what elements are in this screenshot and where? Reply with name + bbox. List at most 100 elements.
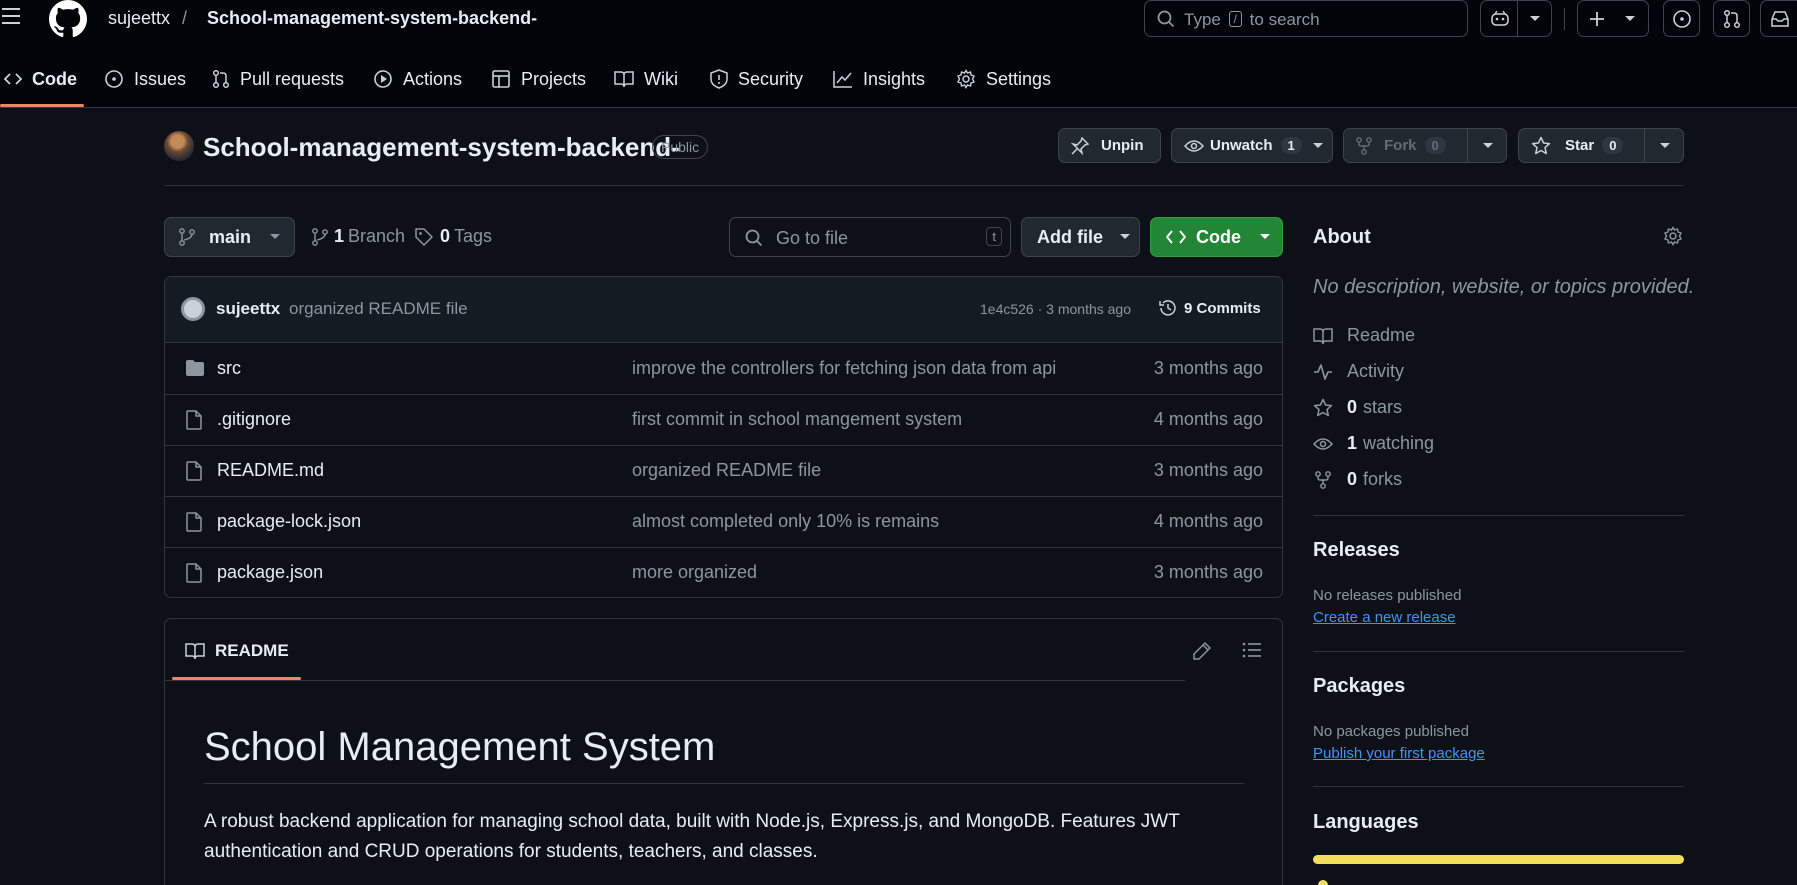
eye-icon — [1184, 139, 1204, 152]
watch-button[interactable]: Unwatch 1 — [1171, 128, 1333, 163]
file-name[interactable]: package.json — [217, 562, 323, 583]
unpin-button[interactable]: Unpin — [1058, 128, 1161, 163]
table-row[interactable]: src improve the controllers for fetching… — [165, 344, 1282, 395]
search-prefix: Type — [1184, 10, 1221, 29]
tab-security[interactable]: Security — [710, 62, 803, 96]
watchers-link[interactable]: 1 watching — [1313, 433, 1434, 454]
about-description: No description, website, or topics provi… — [1313, 276, 1695, 298]
chevron-down-icon[interactable] — [1482, 142, 1494, 150]
pull-requests-shortcut-button[interactable] — [1713, 0, 1750, 37]
table-row[interactable]: package-lock.json almost completed only … — [165, 497, 1282, 548]
activity-link[interactable]: Activity — [1313, 361, 1404, 382]
book-icon — [614, 71, 634, 88]
pin-icon — [1071, 136, 1089, 155]
repo-title[interactable]: School-management-system-backend- — [203, 132, 680, 163]
commit-message[interactable]: organized README file — [289, 299, 468, 319]
shield-icon — [710, 69, 728, 89]
fork-button[interactable]: Fork 0 — [1343, 128, 1507, 163]
github-logo-icon[interactable] — [49, 0, 87, 38]
copilot-button[interactable] — [1480, 0, 1552, 37]
readme-tab[interactable]: README — [185, 641, 289, 661]
packages-heading[interactable]: Packages — [1313, 675, 1405, 698]
chevron-down-icon[interactable] — [1659, 142, 1671, 150]
file-name[interactable]: package-lock.json — [217, 511, 361, 532]
file-name[interactable]: .gitignore — [217, 409, 291, 430]
branch-count-label: Branch — [348, 226, 406, 246]
breadcrumb-repo[interactable]: School-management-system-backend- — [207, 8, 537, 29]
file-commit-message[interactable]: improve the controllers for fetching jso… — [632, 358, 1056, 379]
tab-wiki[interactable]: Wiki — [614, 62, 678, 96]
tags-link[interactable]: 0 Tags — [414, 226, 492, 247]
table-row[interactable]: package.json more organized 3 months ago — [165, 548, 1282, 597]
table-row[interactable]: .gitignore first commit in school mangem… — [165, 395, 1282, 446]
readme-link[interactable]: Readme — [1313, 325, 1415, 346]
commit-sha-time[interactable]: 1e4c526 · 3 months ago — [980, 301, 1131, 317]
watching-count: 1 — [1347, 433, 1358, 453]
forks-link[interactable]: 0 forks — [1313, 469, 1402, 490]
inbox-button[interactable] — [1760, 0, 1797, 37]
table-icon — [492, 70, 510, 88]
file-name[interactable]: src — [217, 358, 241, 379]
language-bar[interactable] — [1313, 855, 1684, 864]
tab-actions[interactable]: Actions — [373, 62, 462, 96]
divider — [204, 783, 1244, 784]
code-clone-button[interactable]: Code — [1150, 217, 1283, 257]
commit-author[interactable]: sujeettx — [216, 299, 280, 319]
file-commit-message[interactable]: more organized — [632, 562, 757, 583]
list-unordered-icon[interactable] — [1242, 641, 1262, 659]
tab-pull-requests[interactable]: Pull requests — [212, 62, 344, 96]
create-release-link[interactable]: Create a new release — [1313, 609, 1456, 626]
breadcrumb-owner[interactable]: sujeettx — [108, 8, 170, 29]
git-pull-request-icon — [212, 69, 230, 89]
issues-shortcut-button[interactable] — [1663, 0, 1700, 37]
app-header: sujeettx / School-management-system-back… — [0, 0, 1797, 108]
file-commit-message[interactable]: almost completed only 10% is remains — [632, 511, 939, 532]
table-row[interactable]: README.md organized README file 3 months… — [165, 446, 1282, 497]
pencil-icon[interactable] — [1192, 641, 1212, 661]
tab-settings[interactable]: Settings — [956, 62, 1051, 96]
breadcrumb-separator: / — [182, 8, 188, 28]
releases-note: No releases published — [1313, 587, 1462, 604]
chevron-down-icon[interactable] — [1312, 142, 1324, 150]
add-file-button[interactable]: Add file — [1021, 217, 1140, 257]
activity-link-label: Activity — [1347, 361, 1405, 381]
star-button[interactable]: Star 0 — [1518, 128, 1684, 163]
tab-actions-label: Actions — [403, 68, 463, 89]
unpin-label: Unpin — [1101, 137, 1144, 154]
search-suffix: to search — [1249, 10, 1320, 29]
file-icon — [186, 410, 202, 430]
search-icon — [745, 229, 763, 247]
commits-link[interactable]: 9 Commits — [1158, 298, 1261, 318]
tab-issues[interactable]: Issues — [104, 62, 186, 96]
create-new-button[interactable] — [1577, 0, 1649, 37]
file-commit-message[interactable]: organized README file — [632, 460, 821, 481]
releases-heading[interactable]: Releases — [1313, 539, 1400, 562]
publish-package-link[interactable]: Publish your first package — [1313, 745, 1485, 762]
stars-link[interactable]: 0 stars — [1313, 397, 1402, 418]
go-to-file-input[interactable]: Go to file t — [729, 217, 1011, 257]
tag-count-label: Tags — [454, 226, 493, 246]
search-shortcut-key: / — [1228, 11, 1242, 27]
forks-label: forks — [1363, 469, 1403, 489]
file-name[interactable]: README.md — [217, 460, 324, 481]
tab-insights[interactable]: Insights — [833, 62, 925, 96]
global-search-input[interactable]: Type / to search — [1144, 0, 1468, 37]
gear-icon[interactable] — [1663, 226, 1683, 246]
book-icon — [185, 643, 205, 660]
avatar[interactable] — [181, 297, 205, 321]
owner-avatar[interactable] — [164, 131, 194, 161]
tab-wiki-label: Wiki — [644, 68, 678, 89]
tab-code[interactable]: Code — [4, 62, 77, 96]
file-commit-message[interactable]: first commit in school mangement system — [632, 409, 962, 430]
divider — [1313, 515, 1684, 516]
search-icon — [1157, 10, 1175, 28]
branches-link[interactable]: 1 Branch — [312, 226, 405, 247]
repo-forked-icon — [1356, 136, 1372, 155]
chevron-down-icon — [1530, 16, 1540, 21]
menu-icon[interactable] — [2, 4, 28, 34]
tab-security-label: Security — [738, 68, 804, 89]
branch-selector[interactable]: main — [164, 217, 295, 257]
tab-projects[interactable]: Projects — [491, 62, 586, 96]
divider — [1313, 786, 1684, 787]
readme-paragraph: A robust backend application for managin… — [204, 811, 1180, 862]
